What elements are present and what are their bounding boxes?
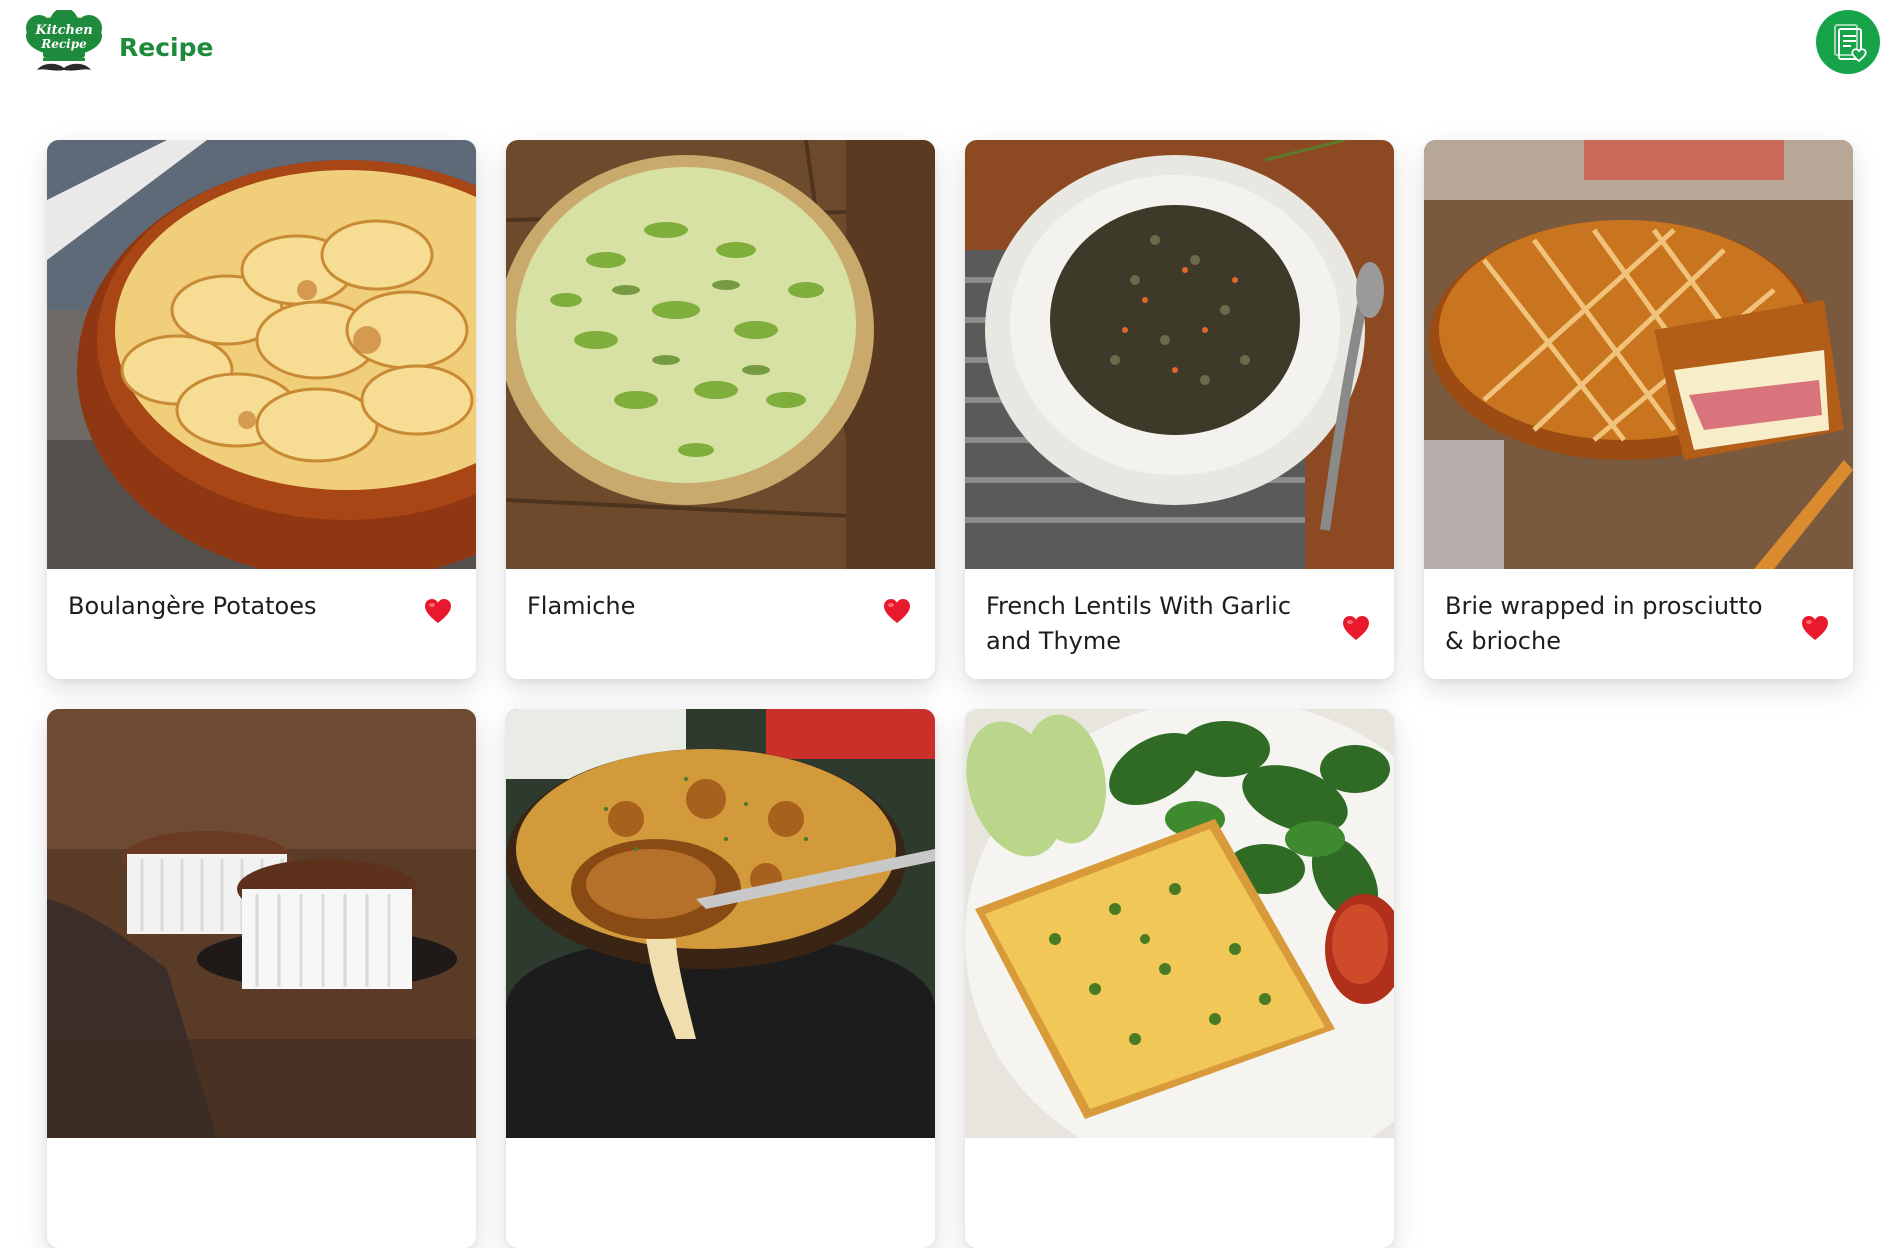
favorite-heart-icon[interactable]: [424, 598, 452, 624]
recipe-card[interactable]: French Lentils With Garlic and Thyme: [965, 140, 1394, 679]
recipe-card[interactable]: [965, 709, 1394, 1248]
chef-hat-mustache-icon: Kitchen Recipe: [26, 10, 102, 71]
favorite-heart-icon[interactable]: [1801, 615, 1829, 641]
recipe-info: Boulangère Potatoes: [47, 569, 476, 679]
favorite-heart-icon[interactable]: [883, 598, 911, 624]
svg-text:Recipe: Recipe: [40, 37, 87, 51]
recipe-image-french-onion-soup: [506, 709, 935, 1138]
recipe-image-frittata: [965, 709, 1394, 1138]
recipe-title: French Lentils With Garlic and Thyme: [986, 592, 1292, 655]
recipe-info: [47, 1138, 476, 1248]
recipe-list-heart-icon: [1834, 24, 1867, 63]
recipe-info: [965, 1138, 1394, 1248]
recipe-image-flamiche: [506, 140, 935, 569]
recipe-image-brie-brioche: [1424, 140, 1853, 569]
recipe-card[interactable]: [506, 709, 935, 1248]
brand[interactable]: Kitchen Recipe Recipe: [21, 10, 213, 80]
recipe-title: Flamiche: [527, 592, 636, 620]
recipe-info: Brie wrapped in prosciutto & brioche: [1424, 569, 1853, 679]
favorite-heart-icon[interactable]: [1342, 615, 1370, 641]
recipe-image-chocolate-souffles: [47, 709, 476, 1138]
recipe-image-boulangere-potatoes: [47, 140, 476, 569]
brand-title: Recipe: [119, 32, 214, 62]
recipe-card[interactable]: Brie wrapped in prosciutto & brioche: [1424, 140, 1853, 679]
recipe-image-french-lentils: [965, 140, 1394, 569]
recipe-info: Flamiche: [506, 569, 935, 679]
recipe-info: French Lentils With Garlic and Thyme: [965, 569, 1394, 679]
recipe-title: Boulangère Potatoes: [68, 592, 317, 620]
recipe-card[interactable]: Boulangère Potatoes: [47, 140, 476, 679]
app-header: Kitchen Recipe Recipe: [0, 0, 1895, 96]
svg-text:Kitchen: Kitchen: [34, 23, 92, 38]
recipe-card[interactable]: Flamiche: [506, 140, 935, 679]
recipe-card[interactable]: [47, 709, 476, 1248]
favorites-list-button[interactable]: [1816, 10, 1880, 74]
recipe-info: [506, 1138, 935, 1248]
recipe-title: Brie wrapped in prosciutto & brioche: [1445, 592, 1763, 655]
kitchen-recipe-logo: Kitchen Recipe: [21, 10, 107, 80]
